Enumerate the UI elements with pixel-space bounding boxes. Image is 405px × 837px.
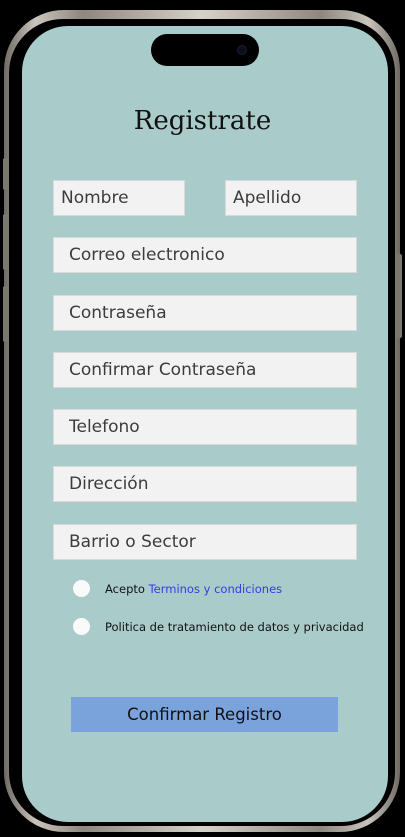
privacy-label: Politica de tratamiento de datos y priva… [105,620,364,634]
confirm-registration-button[interactable]: Confirmar Registro [71,697,338,732]
password-input[interactable] [69,296,356,330]
first-name-input[interactable] [61,181,184,215]
confirm-password-field[interactable] [53,352,357,388]
terms-link[interactable]: Terminos y condiciones [149,582,283,596]
email-field[interactable] [53,237,357,273]
privacy-radio[interactable] [73,618,90,635]
phone-input[interactable] [69,410,356,444]
password-field[interactable] [53,295,357,331]
last-name-field[interactable] [225,180,357,216]
power-button [396,254,402,338]
address-field[interactable] [53,466,357,502]
page-title: Registrate [133,106,272,136]
neighborhood-field[interactable] [53,524,357,560]
neighborhood-input[interactable] [69,525,356,559]
terms-label: Acepto Terminos y condiciones [105,582,282,596]
phone-field[interactable] [53,409,357,445]
terms-radio[interactable] [73,580,90,597]
camera-icon [237,45,247,55]
first-name-field[interactable] [53,180,185,216]
email-input[interactable] [69,238,356,272]
last-name-input[interactable] [233,181,356,215]
confirm-password-input[interactable] [69,353,356,387]
dynamic-island [151,34,259,66]
terms-prefix: Acepto [105,582,149,596]
address-input[interactable] [69,467,356,501]
